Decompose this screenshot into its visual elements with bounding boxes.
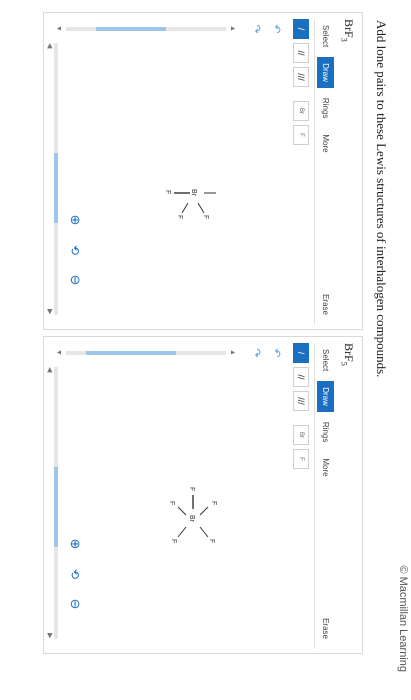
reset-view-icon[interactable]: ⟲	[68, 243, 82, 257]
scroll-right-arrow-icon[interactable]: ▶	[46, 309, 54, 314]
vertical-scrollbar[interactable]	[66, 351, 226, 355]
toolbar-tabs: Select Draw Rings More Erase	[314, 19, 336, 325]
tab-more[interactable]: More	[317, 452, 334, 482]
scroll-up-arrow-icon[interactable]: ▲	[229, 25, 236, 32]
atom-ligand[interactable]: F	[176, 215, 183, 219]
atom-ligand[interactable]: F	[210, 501, 217, 505]
scroll-down-arrow-icon[interactable]: ▼	[55, 349, 62, 356]
redo-icon[interactable]: ↷	[250, 346, 264, 360]
toolbar-tabs: Select Draw Rings More Erase	[314, 343, 336, 649]
copyright-mark: ©	[397, 565, 409, 574]
reset-view-icon[interactable]: ⟲	[68, 567, 82, 581]
formula-base: BrF	[342, 343, 356, 362]
atom-ligand[interactable]: F	[208, 539, 215, 543]
zoom-in-icon[interactable]: ⊕	[68, 537, 83, 551]
tab-draw[interactable]: Draw	[317, 381, 334, 412]
scroll-left-arrow-icon[interactable]: ◀	[46, 367, 54, 372]
horizontal-scrollbar[interactable]	[54, 43, 58, 315]
tab-draw[interactable]: Draw	[317, 57, 334, 88]
scroll-left-arrow-icon[interactable]: ◀	[46, 43, 54, 48]
zoom-out-icon[interactable]: ⊖	[68, 597, 83, 611]
draw-tools: / // /// Br F	[292, 343, 310, 469]
bond	[177, 526, 187, 538]
horizontal-scroll-thumb[interactable]	[54, 153, 58, 223]
erase-button[interactable]: Erase	[317, 612, 334, 645]
formula-label: BrF5	[340, 343, 356, 366]
sketcher-panel-brf3: BrF3 Select Draw Rings More Erase / // /…	[43, 12, 363, 330]
vertical-scroll-thumb[interactable]	[86, 351, 176, 355]
instruction-text: Add lone pairs to these Lewis structures…	[374, 20, 389, 378]
erase-button[interactable]: Erase	[317, 288, 334, 321]
left-controls: ↶ ↷ ▲ ▼	[54, 343, 284, 363]
formula-subscript: 3	[339, 37, 349, 42]
undo-icon[interactable]: ↶	[270, 22, 284, 36]
tab-rings[interactable]: Rings	[317, 92, 334, 124]
triple-bond-button[interactable]: ///	[293, 67, 309, 87]
drawing-canvas[interactable]: Br F F F F F	[84, 367, 284, 639]
scroll-down-arrow-icon[interactable]: ▼	[55, 25, 62, 32]
bond	[199, 506, 209, 516]
formula-base: BrF	[342, 19, 356, 38]
undo-icon[interactable]: ↶	[270, 346, 284, 360]
formula-subscript: 5	[339, 361, 349, 366]
bond	[181, 202, 189, 214]
molecule-brf3: Br F F F	[164, 189, 216, 219]
tab-rings[interactable]: Rings	[317, 416, 334, 448]
bond	[199, 526, 209, 538]
atom-ligand[interactable]: F	[170, 539, 177, 543]
zoom-in-icon[interactable]: ⊕	[68, 213, 83, 227]
draw-tools: / // /// Br F	[292, 19, 310, 145]
atom-center[interactable]: Br	[190, 189, 197, 197]
credit-text: Macmillan Learning	[397, 576, 409, 672]
tab-more[interactable]: More	[317, 128, 334, 158]
vertical-scroll-thumb[interactable]	[96, 27, 166, 31]
single-bond-button[interactable]: /	[293, 19, 309, 39]
atom-center[interactable]: Br	[188, 515, 195, 523]
triple-bond-button[interactable]: ///	[293, 391, 309, 411]
atom-ligand[interactable]: F	[188, 487, 195, 491]
formula-label: BrF3	[340, 19, 356, 42]
atom-f-button[interactable]: F	[293, 125, 309, 145]
horizontal-scroll-thumb[interactable]	[54, 467, 58, 547]
credit: © Macmillan Learning	[395, 0, 411, 700]
bond	[197, 202, 205, 214]
zoom-out-icon[interactable]: ⊖	[68, 273, 83, 287]
stage: © Macmillan Learning Add lone pairs to t…	[0, 0, 411, 700]
redo-icon[interactable]: ↷	[250, 22, 264, 36]
bond	[177, 506, 187, 516]
drawing-canvas[interactable]: Br F F F	[84, 43, 284, 315]
scroll-up-arrow-icon[interactable]: ▲	[229, 349, 236, 356]
left-controls: ↶ ↷ ▲ ▼	[54, 19, 284, 39]
sketcher-panel-brf5: BrF5 Select Draw Rings More Erase / // /…	[43, 336, 363, 654]
single-bond-button[interactable]: /	[293, 343, 309, 363]
vertical-scrollbar[interactable]	[66, 27, 226, 31]
molecule-brf5: Br F F F F F	[168, 487, 217, 543]
atom-f-button[interactable]: F	[293, 449, 309, 469]
atom-br-button[interactable]: Br	[293, 425, 309, 445]
double-bond-button[interactable]: //	[293, 367, 309, 387]
atom-ligand[interactable]: F	[168, 501, 175, 505]
scroll-right-arrow-icon[interactable]: ▶	[46, 633, 54, 638]
double-bond-button[interactable]: //	[293, 43, 309, 63]
horizontal-scrollbar[interactable]	[54, 367, 58, 639]
atom-br-button[interactable]: Br	[293, 101, 309, 121]
tab-select[interactable]: Select	[317, 343, 334, 377]
tab-select[interactable]: Select	[317, 19, 334, 53]
atom-ligand[interactable]: F	[164, 190, 171, 194]
atom-ligand[interactable]: F	[202, 215, 209, 219]
